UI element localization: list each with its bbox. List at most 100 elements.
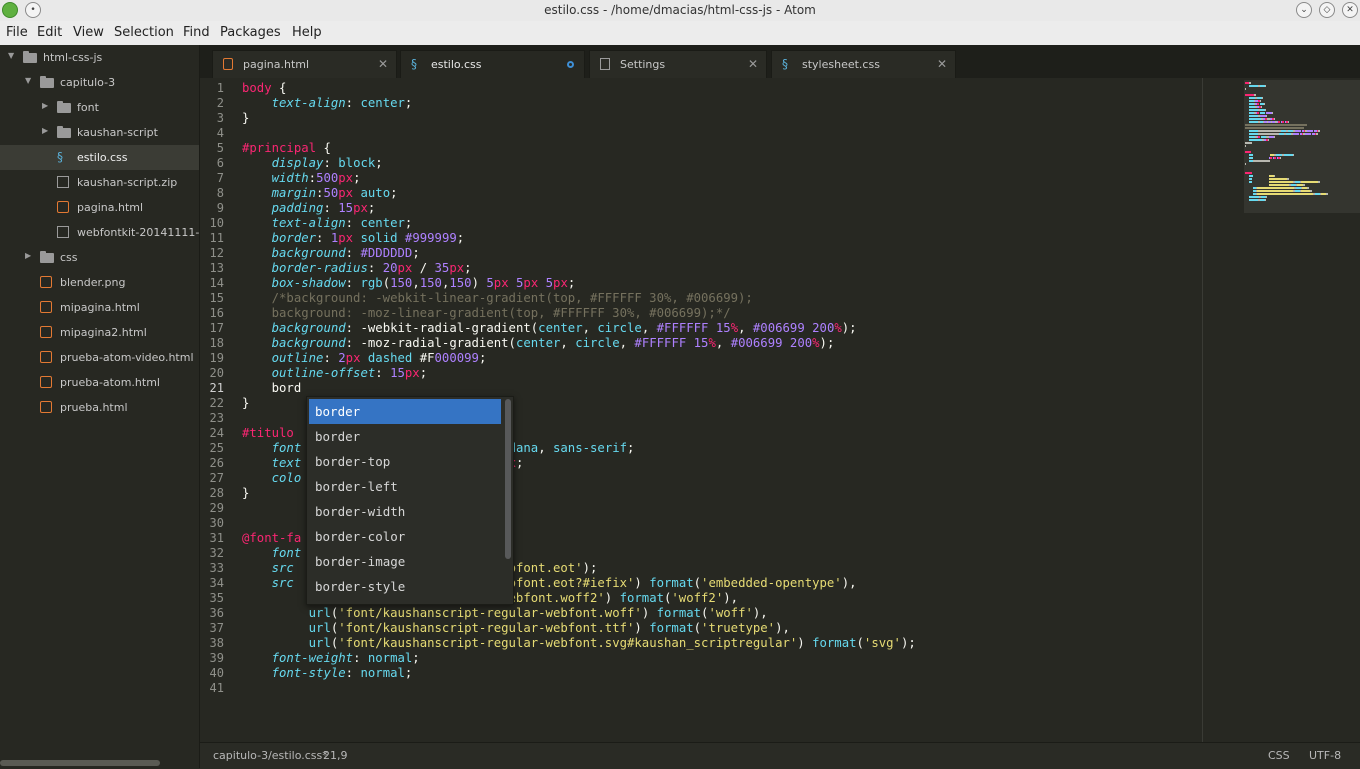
minimap-line — [1293, 133, 1299, 135]
code-line: background: #DDDDDD; — [271, 246, 420, 260]
autocomplete-item-label: border — [315, 429, 361, 444]
menu-edit[interactable]: Edit — [37, 25, 62, 40]
autocomplete-item[interactable]: border-width — [309, 499, 501, 524]
window-title: estilo.css - /home/dmacias/html-css-js -… — [544, 3, 816, 17]
line-number: 7 — [216, 171, 224, 185]
tree-item[interactable]: ▶ font — [0, 95, 199, 120]
line-number: 37 — [209, 621, 224, 635]
tree-item[interactable]: mipagina.html — [0, 295, 199, 320]
cursor-position[interactable]: 21,9 — [323, 749, 348, 762]
autocomplete-item-label: border-style — [315, 579, 406, 594]
minimap-line — [1274, 136, 1275, 138]
tab-settings[interactable]: Settings ✕ — [589, 50, 767, 78]
minimap-line — [1301, 181, 1318, 183]
line-number: 30 — [209, 516, 224, 530]
minimap-line — [1265, 109, 1266, 111]
tree-item-label: html-css-js — [43, 51, 103, 64]
tab-estilo-css[interactable]: § estilo.css — [400, 50, 585, 78]
tree-item[interactable]: ▶ kaushan-script — [0, 120, 199, 145]
code-line: /*background: -webkit-linear-gradient(to… — [242, 291, 753, 305]
maximize-icon[interactable]: ◇ — [1319, 2, 1335, 18]
chevron-right-icon[interactable]: ▶ — [42, 101, 48, 110]
minimap-line — [1265, 85, 1266, 87]
tree-item[interactable]: prueba-atom-video.html — [0, 345, 199, 370]
tree-item[interactable]: kaushan-script.zip — [0, 170, 199, 195]
menu-selection[interactable]: Selection — [114, 25, 174, 40]
tree-item[interactable]: mipagina2.html — [0, 320, 199, 345]
autocomplete-item[interactable]: border — [309, 424, 501, 449]
menu-packages[interactable]: Packages — [220, 25, 281, 40]
tab-stylesheet-css[interactable]: § stylesheet.css ✕ — [771, 50, 956, 78]
encoding-selector[interactable]: UTF-8 — [1309, 749, 1341, 762]
close-tab-icon[interactable]: ✕ — [378, 57, 388, 71]
wrap-guide — [1202, 78, 1203, 742]
file-path[interactable]: capitulo-3/estilo.css* — [213, 749, 328, 762]
tree-item[interactable]: prueba.html — [0, 395, 199, 420]
tree-item-label: prueba-atom-video.html — [60, 351, 194, 364]
minimap-line — [1269, 181, 1293, 183]
menu-find[interactable]: Find — [183, 25, 210, 40]
line-number: 24 — [209, 426, 224, 440]
code-line: border-radius: 20px / 35px; — [271, 261, 472, 275]
autocomplete-item[interactable]: border-left — [309, 474, 501, 499]
minimap-line — [1274, 175, 1275, 177]
chevron-down-icon[interactable]: ▼ — [8, 51, 14, 60]
chevron-right-icon[interactable]: ▶ — [25, 251, 31, 260]
tree-item[interactable]: webfontkit-20141111-073 — [0, 220, 199, 245]
chevron-down-icon[interactable]: ▼ — [25, 76, 31, 85]
autocomplete-item[interactable]: border-top — [309, 449, 501, 474]
tab-label: pagina.html — [243, 58, 310, 71]
tree-item-label: font — [77, 101, 99, 114]
code-line: margin:50px auto; — [271, 186, 398, 200]
menu-view[interactable]: View — [73, 25, 104, 40]
line-number: 10 — [209, 216, 224, 230]
close-tab-icon[interactable]: ✕ — [937, 57, 947, 71]
tree-item[interactable]: pagina.html — [0, 195, 199, 220]
menu-file[interactable]: File — [6, 25, 28, 40]
minimap-line — [1245, 124, 1307, 126]
minimize-icon[interactable]: ⌄ — [1296, 2, 1312, 18]
minimap-line — [1280, 157, 1281, 159]
line-number: 18 — [209, 336, 224, 350]
autocomplete-item[interactable]: border-style — [309, 574, 501, 599]
code-line: box-shadow: rgb(150,150,150) 5px 5px 5px… — [271, 276, 576, 290]
folder-icon — [57, 101, 71, 113]
minimap-line — [1245, 88, 1246, 90]
zip-file-icon — [57, 176, 69, 188]
tab-pagina-html[interactable]: pagina.html ✕ — [212, 50, 397, 78]
code-line: #titulo — [242, 426, 294, 440]
tree-item[interactable]: ▼ capitulo-3 — [0, 70, 199, 95]
menu-help[interactable]: Help — [292, 25, 322, 40]
tree-item[interactable]: ▼ html-css-js — [0, 45, 199, 70]
minimap-line — [1249, 130, 1258, 132]
tree-item-label: webfontkit-20141111-073 — [77, 226, 199, 239]
minimap-line — [1326, 193, 1328, 195]
close-window-icon[interactable]: ✕ — [1342, 2, 1358, 18]
tree-item[interactable]: blender.png — [0, 270, 199, 295]
tree-item[interactable]: prueba-atom.html — [0, 370, 199, 395]
chevron-right-icon[interactable]: ▶ — [42, 126, 48, 135]
line-number: 13 — [209, 261, 224, 275]
autocomplete-item[interactable]: border-color — [309, 524, 501, 549]
minimap-line — [1303, 184, 1305, 186]
modified-indicator-icon[interactable] — [567, 61, 574, 68]
minimap-line — [1258, 136, 1260, 138]
grammar-selector[interactable]: CSS — [1268, 749, 1290, 762]
code-line: display: block; — [271, 156, 383, 170]
autocomplete-popup[interactable]: border border border-top border-left border-… — [306, 396, 514, 605]
css-file-icon: § — [411, 57, 417, 71]
minimap-line — [1245, 163, 1246, 165]
tree-item[interactable]: ▶ css — [0, 245, 199, 270]
close-tab-icon[interactable]: ✕ — [748, 57, 758, 71]
tree-item[interactable]: § estilo.css — [0, 145, 199, 170]
autocomplete-item[interactable]: border-image — [309, 549, 501, 574]
folder-icon — [57, 126, 71, 138]
autocomplete-scrollbar[interactable] — [505, 399, 511, 559]
minimap-line — [1254, 94, 1256, 96]
tree-horizontal-scrollbar[interactable] — [0, 760, 160, 766]
code-line: width:500px; — [271, 171, 361, 185]
line-number: 25 — [209, 441, 224, 455]
autocomplete-item-label: border-image — [315, 554, 406, 569]
minimap[interactable] — [1244, 80, 1360, 213]
autocomplete-item[interactable]: border — [309, 399, 501, 424]
